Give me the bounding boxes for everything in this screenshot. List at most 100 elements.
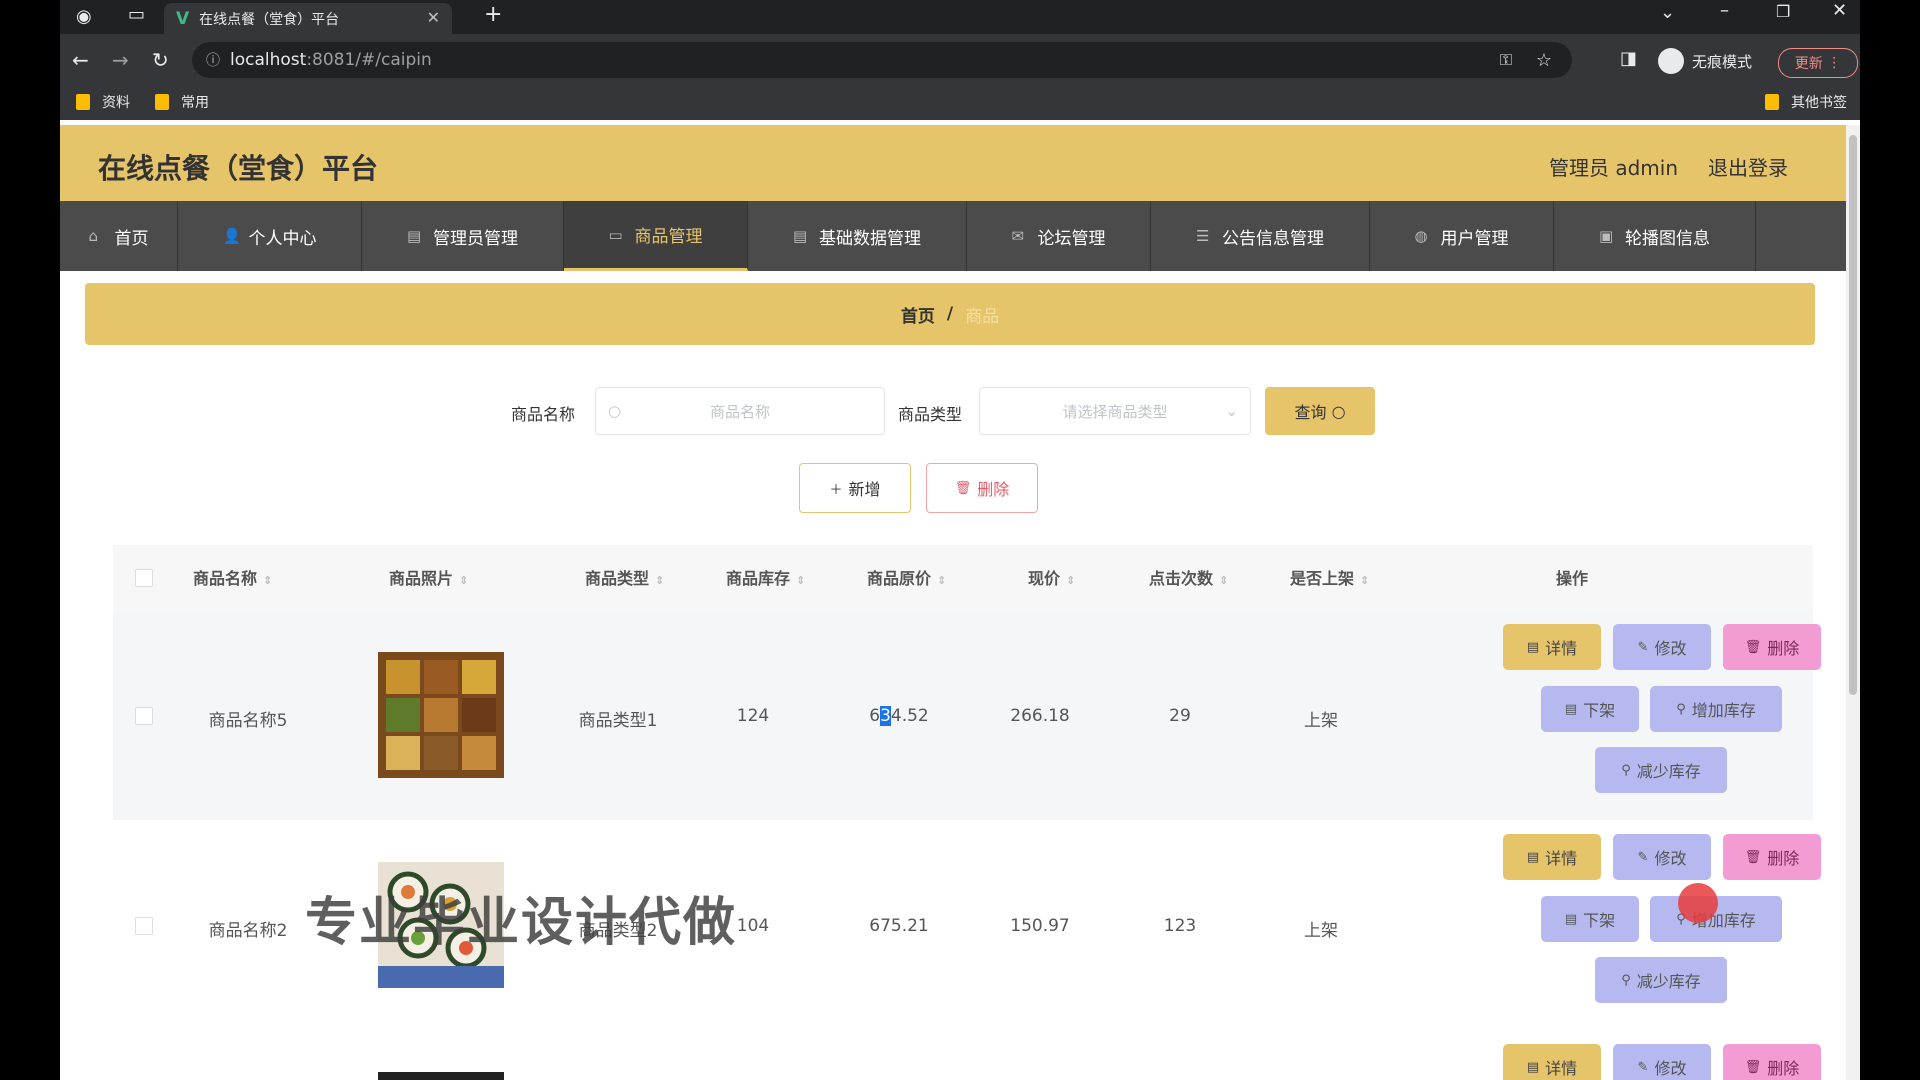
breadcrumb-separator: / bbox=[946, 304, 954, 324]
tab-strip-icon[interactable]: ▭ bbox=[128, 4, 145, 25]
th-label: 商品照片 bbox=[389, 569, 454, 588]
tab-close-icon[interactable]: ✕ bbox=[427, 8, 440, 27]
incognito-label: 无痕模式 bbox=[1692, 52, 1753, 71]
add-button[interactable]: ＋ 新增 bbox=[799, 463, 911, 513]
update-button[interactable]: 更新 ⋮ bbox=[1778, 48, 1858, 78]
site-info-icon[interactable]: ⓘ bbox=[206, 50, 220, 70]
detail-button[interactable]: ▤ 详情 bbox=[1503, 1044, 1601, 1080]
th-label: 点击次数 bbox=[1149, 569, 1214, 588]
tab-search-icon[interactable]: ⌄ bbox=[1660, 2, 1675, 23]
select-all-checkbox[interactable] bbox=[135, 569, 153, 587]
cell-orig-price: 675.21 bbox=[869, 916, 929, 936]
reload-icon[interactable]: ↻ bbox=[152, 48, 169, 72]
menu-label: 基础数据管理 bbox=[819, 228, 921, 249]
forward-icon[interactable]: → bbox=[112, 48, 129, 72]
add-stock-button[interactable]: ⚲ 增加库存 bbox=[1650, 686, 1782, 732]
scrollbar-thumb[interactable] bbox=[1849, 135, 1857, 695]
mail-icon: ✉ bbox=[1011, 227, 1025, 245]
th-label: 商品库存 bbox=[726, 569, 791, 588]
bookmark-item[interactable]: 常用 bbox=[155, 92, 209, 112]
bookmark-star-icon[interactable]: ☆ bbox=[1536, 50, 1552, 71]
menu-item-profile[interactable]: 👤 个人中心 bbox=[178, 201, 362, 271]
doc-icon: ▤ bbox=[793, 227, 808, 245]
th-label: 商品类型 bbox=[585, 569, 650, 588]
menu-item-goods[interactable]: ▭ 商品管理 bbox=[564, 201, 748, 271]
detail-button[interactable]: ▤ 详情 bbox=[1503, 834, 1601, 880]
menu-label: 轮播图信息 bbox=[1625, 228, 1710, 249]
food-photo[interactable] bbox=[378, 652, 504, 778]
incognito-indicator[interactable]: 无痕模式 bbox=[1658, 48, 1752, 74]
cell-name: 商品名称2 bbox=[208, 921, 288, 941]
th-name[interactable]: 商品名称 ⇕ bbox=[193, 565, 272, 589]
breadcrumb-home[interactable]: 首页 bbox=[901, 302, 935, 327]
th-photo[interactable]: 商品照片 ⇕ bbox=[389, 565, 468, 589]
cell-clicks: 29 bbox=[1169, 706, 1191, 726]
food-photo[interactable] bbox=[378, 1072, 504, 1080]
off-shelf-button[interactable]: ▤ 下架 bbox=[1541, 896, 1639, 942]
reduce-stock-button[interactable]: ⚲ 减少库存 bbox=[1595, 747, 1727, 793]
menu-item-home[interactable]: ⌂ 首页 bbox=[60, 201, 178, 271]
batch-delete-button[interactable]: 🗑 删除 bbox=[926, 463, 1038, 513]
th-clicks[interactable]: 点击次数 ⇕ bbox=[1149, 565, 1228, 589]
edit-button[interactable]: ✎ 修改 bbox=[1613, 624, 1711, 670]
cell-orig-price: 634.52 bbox=[849, 706, 949, 726]
menu-item-notice[interactable]: ☰ 公告信息管理 bbox=[1151, 201, 1370, 271]
off-shelf-label: 下架 bbox=[1583, 911, 1616, 930]
name-search-input[interactable]: ○ 商品名称 bbox=[595, 387, 885, 435]
cell-type: 商品类型1 bbox=[578, 711, 658, 731]
trash-icon: 🗑 bbox=[1744, 1059, 1762, 1075]
reduce-stock-button[interactable]: ⚲ 减少库存 bbox=[1595, 957, 1727, 1003]
edit-label: 修改 bbox=[1654, 849, 1687, 868]
menu-label: 用户管理 bbox=[1440, 228, 1509, 249]
other-bookmarks[interactable]: 其他书签 bbox=[1765, 92, 1847, 112]
add-label: 新增 bbox=[848, 480, 881, 499]
type-select[interactable]: 请选择商品类型 ⌄ bbox=[979, 387, 1251, 435]
admin-label: 管理员 admin bbox=[1549, 156, 1679, 180]
th-on-shelf[interactable]: 是否上架 ⇕ bbox=[1290, 565, 1369, 589]
delete-button[interactable]: 🗑 删除 bbox=[1723, 834, 1821, 880]
th-orig-price[interactable]: 商品原价 ⇕ bbox=[867, 565, 946, 589]
trash-icon: 🗑 bbox=[1744, 639, 1762, 655]
edit-button[interactable]: ✎ 修改 bbox=[1613, 1044, 1711, 1080]
th-label: 商品原价 bbox=[867, 569, 932, 588]
th-type[interactable]: 商品类型 ⇕ bbox=[585, 565, 664, 589]
window-close-icon[interactable]: ✕ bbox=[1832, 0, 1847, 21]
watermark-text: 专业毕业设计代做 bbox=[305, 893, 738, 953]
row-checkbox[interactable] bbox=[135, 707, 153, 725]
detail-button[interactable]: ▤ 详情 bbox=[1503, 624, 1601, 670]
menu-item-users[interactable]: ◍ 用户管理 bbox=[1370, 201, 1554, 271]
restore-icon[interactable]: ❐ bbox=[1776, 2, 1790, 21]
query-button[interactable]: 查询 ○ bbox=[1265, 387, 1375, 435]
browser-tab[interactable]: V 在线点餐（堂食）平台 ✕ bbox=[164, 3, 452, 34]
back-icon[interactable]: ← bbox=[72, 48, 89, 72]
new-tab-icon[interactable]: + bbox=[484, 2, 502, 27]
menu-label: 论坛管理 bbox=[1037, 228, 1106, 249]
menu-item-basic-data[interactable]: ▤ 基础数据管理 bbox=[748, 201, 967, 271]
edit-button[interactable]: ✎ 修改 bbox=[1613, 834, 1711, 880]
address-bar[interactable]: ⓘ localhost:8081/#/caipin ⚿ ☆ bbox=[192, 42, 1572, 78]
logout-link[interactable]: 退出登录 bbox=[1708, 152, 1788, 181]
th-price[interactable]: 现价 ⇕ bbox=[1028, 565, 1075, 589]
menu-item-forum[interactable]: ✉ 论坛管理 bbox=[967, 201, 1151, 271]
delete-button[interactable]: 🗑 删除 bbox=[1723, 1044, 1821, 1080]
cell-price: 150.97 bbox=[1010, 916, 1070, 936]
other-bookmarks-label: 其他书签 bbox=[1791, 95, 1847, 111]
menu-item-admin[interactable]: ▤ 管理员管理 bbox=[362, 201, 564, 271]
browser-globe-icon[interactable]: ◉ bbox=[76, 6, 92, 27]
key-icon[interactable]: ⚿ bbox=[1500, 50, 1512, 70]
off-shelf-button[interactable]: ▤ 下架 bbox=[1541, 686, 1639, 732]
menu-item-carousel[interactable]: ▣ 轮播图信息 bbox=[1554, 201, 1756, 271]
page-scrollbar[interactable] bbox=[1846, 125, 1860, 1080]
sidepanel-icon[interactable]: ◨ bbox=[1620, 48, 1637, 69]
tab-bar: ◉ ▭ V 在线点餐（堂食）平台 ✕ + ⌄ – ❐ ✕ bbox=[60, 0, 1860, 34]
pencil-icon: ✎ bbox=[1637, 639, 1649, 655]
query-label: 查询 bbox=[1294, 403, 1327, 422]
delete-button[interactable]: 🗑 删除 bbox=[1723, 624, 1821, 670]
minimize-icon[interactable]: – bbox=[1720, 0, 1729, 21]
th-stock[interactable]: 商品库存 ⇕ bbox=[726, 565, 805, 589]
table-header: 商品名称 ⇕ 商品照片 ⇕ 商品类型 ⇕ 商品库存 ⇕ 商品原价 ⇕ 现价 ⇕ 点击次数 ⇕ … bbox=[113, 545, 1813, 610]
bookmark-item[interactable]: 资料 bbox=[76, 92, 130, 112]
price-text: 6 bbox=[869, 706, 881, 726]
reduce-stock-label: 减少库存 bbox=[1636, 762, 1701, 781]
row-checkbox[interactable] bbox=[135, 917, 153, 935]
